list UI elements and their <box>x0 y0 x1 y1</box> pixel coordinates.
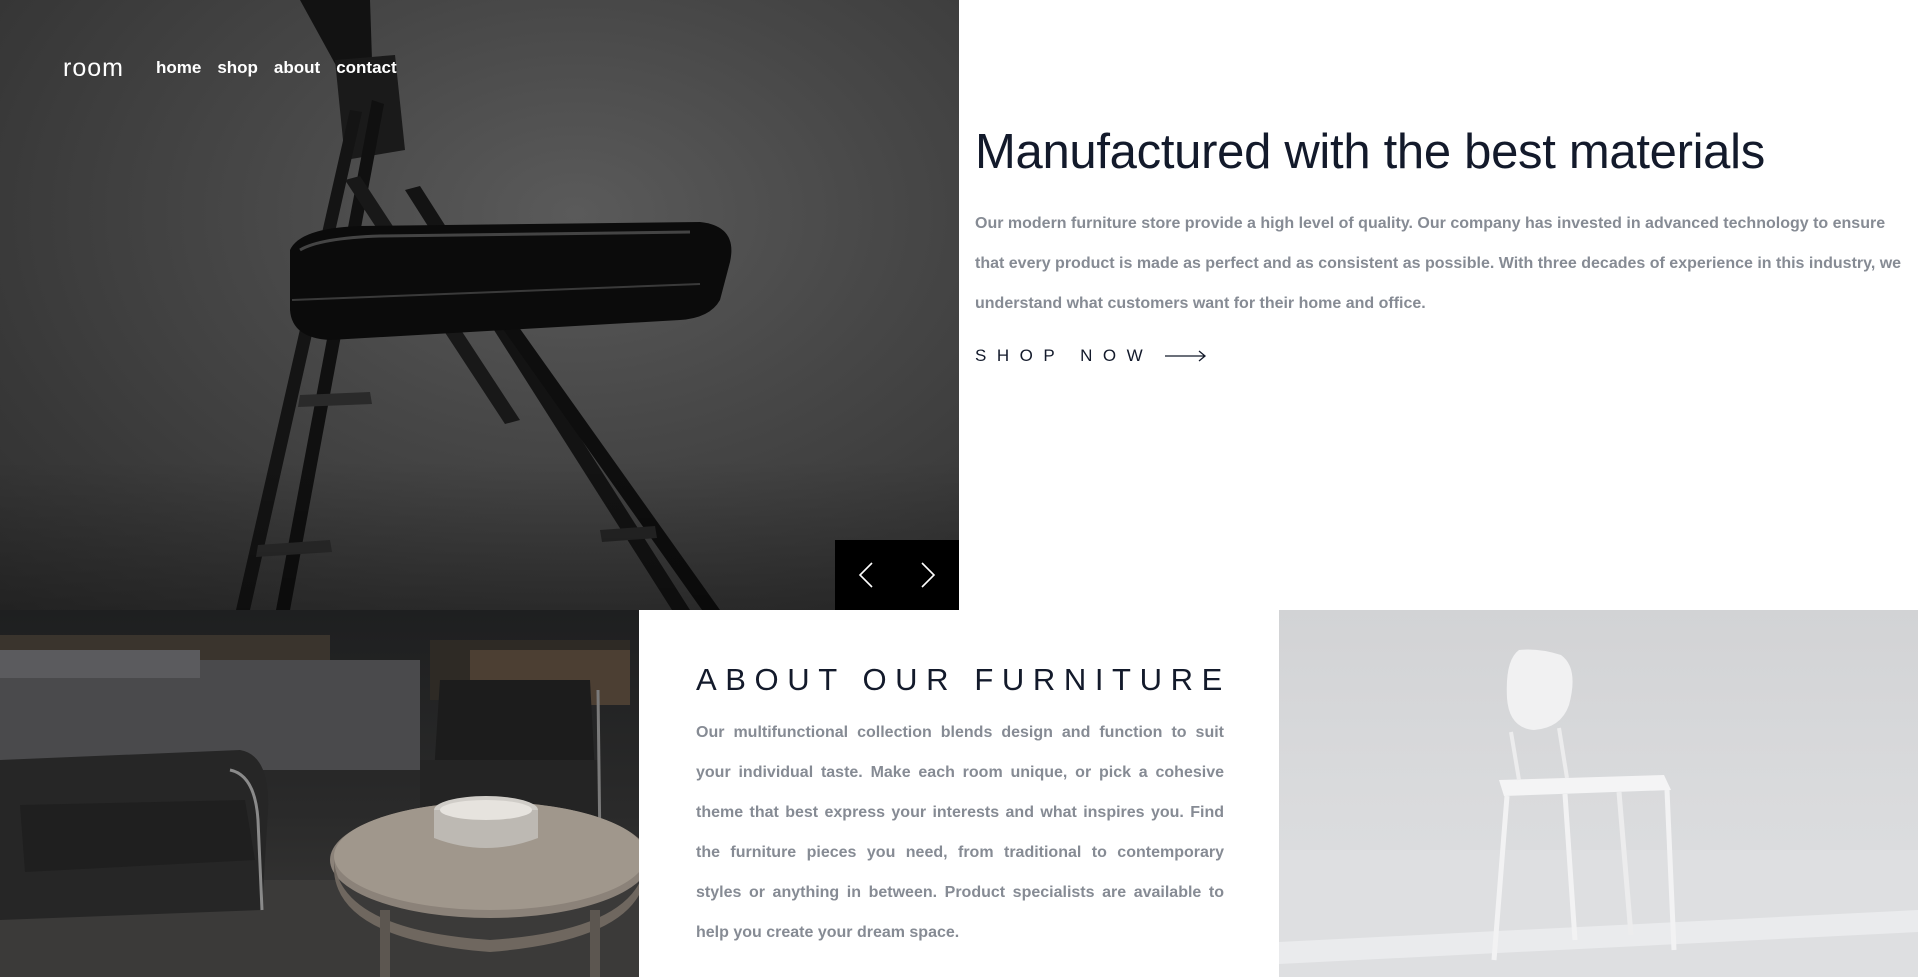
main-nav: home shop about contact <box>156 54 397 82</box>
slider-next-button[interactable] <box>908 555 948 595</box>
page: room home shop about contact Manufacture… <box>0 0 1918 977</box>
chevron-left-icon <box>858 562 873 588</box>
nav-link-shop[interactable]: shop <box>217 54 258 82</box>
shop-now-label: SHOP NOW <box>975 346 1154 365</box>
site-header: room home shop about contact <box>63 54 397 82</box>
white-chair-illustration <box>1279 649 1918 977</box>
hero-description: Our modern furniture store provide a hig… <box>975 215 1902 312</box>
hero-image-folding-chair: room home shop about contact <box>0 0 959 610</box>
about-title: ABOUT OUR FURNITURE <box>696 662 1231 697</box>
nav-link-home[interactable]: home <box>156 54 201 82</box>
hero-title: Manufactured with the best materials <box>975 125 1765 179</box>
living-room-illustration <box>0 635 639 977</box>
nav-link-contact[interactable]: contact <box>336 54 396 82</box>
white-chair-image <box>1279 610 1918 977</box>
living-room-image <box>0 610 639 977</box>
hero-floor-shadow <box>0 460 959 610</box>
about-description: Our multifunctional collection blends de… <box>696 724 1224 941</box>
hero-content: Manufactured with the best materials Our… <box>975 120 1905 366</box>
shop-now-button[interactable]: SHOP NOW <box>975 346 1235 366</box>
slider-prev-button[interactable] <box>846 555 886 595</box>
chevron-right-icon <box>921 562 936 588</box>
nav-link-about[interactable]: about <box>274 54 320 82</box>
arrow-right-icon <box>1165 350 1207 362</box>
logo[interactable]: room <box>63 54 124 82</box>
about-section: ABOUT OUR FURNITURE Our multifunctional … <box>639 610 1279 977</box>
slider-controls <box>835 540 959 610</box>
